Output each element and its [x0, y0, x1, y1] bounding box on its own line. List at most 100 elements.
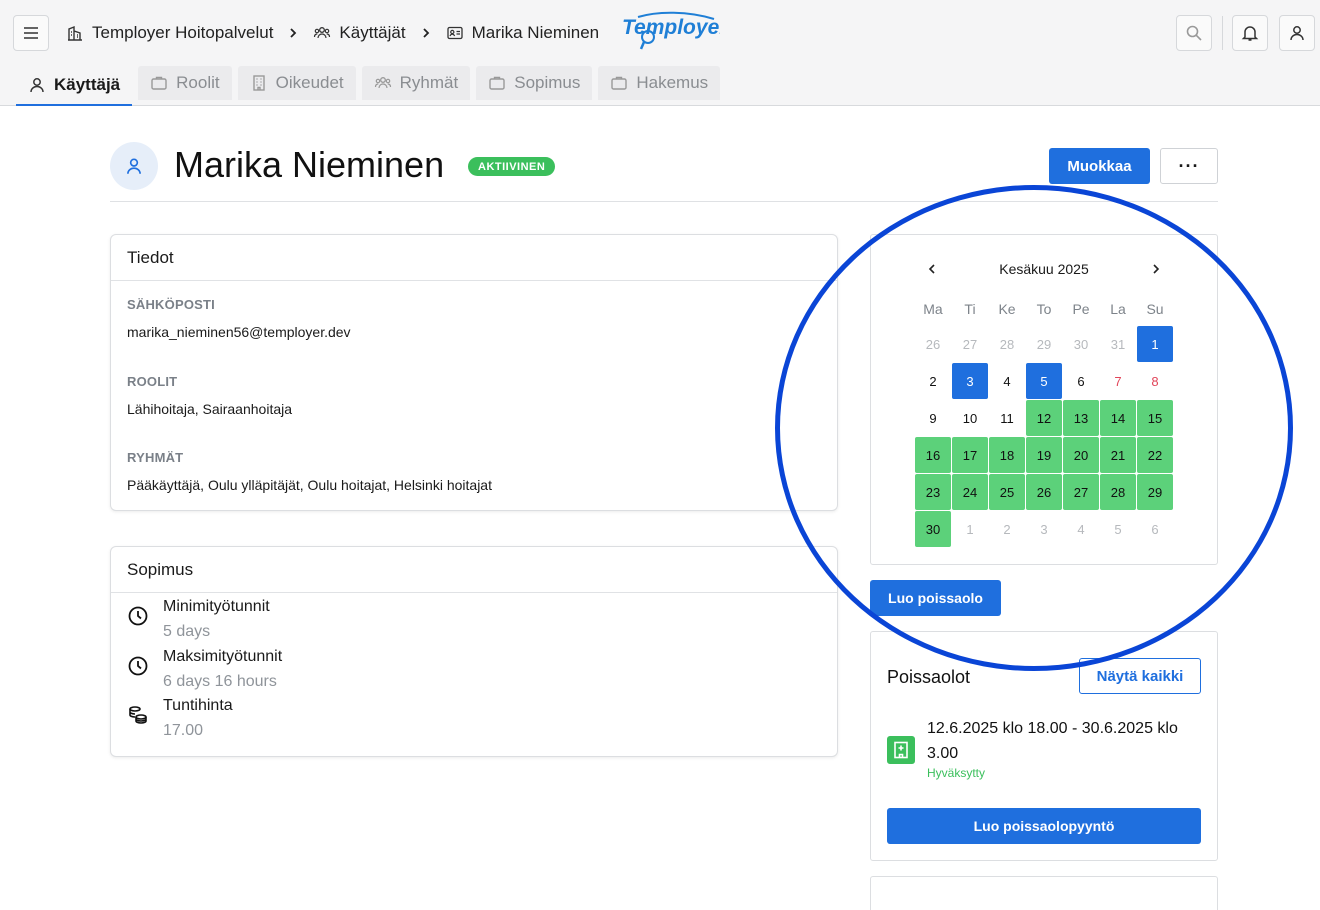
calendar-day[interactable]: 1 — [1137, 326, 1173, 362]
group-icon — [314, 27, 331, 39]
search-button[interactable] — [1176, 15, 1212, 51]
calendar-day[interactable]: 30 — [915, 511, 951, 547]
calendar-day[interactable]: 14 — [1100, 400, 1136, 436]
calendar-day[interactable]: 29 — [1026, 326, 1062, 362]
calendar-day[interactable]: 26 — [915, 326, 951, 362]
tab-ryhmat[interactable]: Ryhmät — [361, 66, 471, 100]
tab-bar: Käyttäjä Roolit Oikeudet Ryhmät Sopimus … — [16, 66, 721, 106]
next-month-button[interactable] — [1146, 259, 1166, 279]
calendar-day[interactable]: 2 — [915, 363, 951, 399]
calendar-day[interactable]: 4 — [1063, 511, 1099, 547]
groups-label: RYHMÄT — [127, 450, 184, 465]
calendar-day[interactable]: 6 — [1137, 511, 1173, 547]
profile-button[interactable] — [1279, 15, 1315, 51]
calendar-day[interactable]: 1 — [952, 511, 988, 547]
calendar-day[interactable]: 15 — [1137, 400, 1173, 436]
menu-button[interactable] — [13, 15, 49, 51]
bell-icon — [1241, 26, 1259, 41]
calendar-day[interactable]: 18 — [989, 437, 1025, 473]
weekday-label: To — [1036, 301, 1052, 317]
calendar-day[interactable]: 23 — [915, 474, 951, 510]
calendar: Kesäkuu 2025 Ma Ti Ke To Pe La Su 26 27 28… — [870, 234, 1218, 565]
header-divider — [1222, 16, 1223, 50]
building-icon — [252, 75, 265, 91]
calendar-day[interactable]: 27 — [952, 326, 988, 362]
contract-row: Minimityötunnit 5 days — [127, 597, 270, 643]
calendar-day[interactable]: 13 — [1063, 400, 1099, 436]
tab-label: Oikeudet — [275, 73, 344, 92]
email-value: marika_nieminen56@temployer.dev — [127, 324, 351, 340]
calendar-day[interactable]: 7 — [1100, 363, 1136, 399]
calendar-day[interactable]: 11 — [989, 400, 1025, 436]
divider — [110, 201, 1218, 202]
calendar-day[interactable]: 4 — [989, 363, 1025, 399]
info-card: Tiedot SÄHKÖPOSTI marika_nieminen56@temp… — [110, 234, 838, 511]
tab-kayttaja[interactable]: Käyttäjä — [16, 66, 133, 106]
calendar-day[interactable]: 9 — [915, 400, 951, 436]
calendar-day[interactable]: 10 — [952, 400, 988, 436]
tab-label: Ryhmät — [399, 73, 459, 92]
contract-row-label: Tuntihinta — [163, 697, 233, 714]
chevron-right-icon — [1153, 264, 1160, 274]
weekday-label: Ke — [998, 301, 1016, 317]
show-all-button[interactable]: Näytä kaikki — [1079, 658, 1201, 694]
contract-row-value: 17.00 — [163, 722, 204, 739]
roles-label: ROOLIT — [127, 374, 178, 389]
breadcrumb-current-label: Marika Nieminen — [471, 23, 600, 42]
calendar-day[interactable]: 3 — [1026, 511, 1062, 547]
calendar-day[interactable]: 17 — [952, 437, 988, 473]
calendar-day[interactable]: 26 — [1026, 474, 1062, 510]
calendar-day[interactable]: 27 — [1063, 474, 1099, 510]
hamburger-icon — [24, 27, 38, 39]
calendar-day[interactable]: 20 — [1063, 437, 1099, 473]
calendar-day[interactable]: 16 — [915, 437, 951, 473]
create-absence-request-button[interactable]: Luo poissaolopyyntö — [887, 808, 1201, 844]
calendar-day[interactable]: 5 — [1026, 363, 1062, 399]
calendar-day[interactable]: 30 — [1063, 326, 1099, 362]
avatar — [110, 142, 158, 190]
tab-sopimus[interactable]: Sopimus — [476, 66, 593, 100]
tab-oikeudet[interactable]: Oikeudet — [237, 66, 356, 100]
page-title: Marika Nieminen — [174, 144, 445, 185]
contract-row: Tuntihinta 17.00 — [127, 696, 233, 742]
contract-card-title: Sopimus — [111, 547, 837, 593]
calendar-day[interactable]: 3 — [952, 363, 988, 399]
calendar-day[interactable]: 2 — [989, 511, 1025, 547]
temployer-logo[interactable]: Temployer — [620, 10, 720, 54]
absence-item[interactable]: 12.6.2025 klo 18.00 - 30.6.2025 klo 3.00 — [927, 716, 1207, 766]
hospital-icon — [887, 736, 915, 764]
calendar-day[interactable]: 21 — [1100, 437, 1136, 473]
calendar-day[interactable]: 29 — [1137, 474, 1173, 510]
calendar-day[interactable]: 5 — [1100, 511, 1136, 547]
calendar-day[interactable]: 25 — [989, 474, 1025, 510]
calendar-day[interactable]: 22 — [1137, 437, 1173, 473]
contract-row-label: Maksimityötunnit — [163, 648, 283, 665]
notifications-button[interactable] — [1232, 15, 1268, 51]
calendar-day[interactable]: 31 — [1100, 326, 1136, 362]
building-icon — [68, 25, 82, 41]
breadcrumb: Temployer Hoitopalvelut Käyttäjät Marika… — [66, 18, 599, 48]
calendar-day[interactable]: 12 — [1026, 400, 1062, 436]
calendar-day[interactable]: 19 — [1026, 437, 1062, 473]
breadcrumb-org[interactable]: Temployer Hoitopalvelut — [66, 23, 273, 43]
calendar-day[interactable]: 8 — [1137, 363, 1173, 399]
status-badge: AKTIIVINEN — [468, 157, 556, 176]
breadcrumb-current: Marika Nieminen — [446, 23, 600, 43]
calendar-day[interactable]: 6 — [1063, 363, 1099, 399]
tab-hakemus[interactable]: Hakemus — [598, 66, 721, 100]
breadcrumb-users-label: Käyttäjät — [339, 23, 406, 42]
calendar-day[interactable]: 24 — [952, 474, 988, 510]
calendar-day[interactable]: 28 — [1100, 474, 1136, 510]
email-label: SÄHKÖPOSTI — [127, 297, 215, 312]
chevron-right-icon — [287, 27, 299, 39]
edit-button[interactable]: Muokkaa — [1049, 148, 1150, 184]
tab-label: Käyttäjä — [54, 75, 121, 94]
breadcrumb-users[interactable]: Käyttäjät — [313, 23, 406, 43]
more-options-button[interactable]: ··· — [1160, 148, 1218, 184]
create-absence-button[interactable]: Luo poissaolo — [870, 580, 1001, 616]
person-icon — [30, 78, 44, 93]
tab-roolit[interactable]: Roolit — [138, 66, 232, 100]
breadcrumb-org-label: Temployer Hoitopalvelut — [92, 23, 274, 42]
chevron-right-icon — [420, 27, 432, 39]
calendar-day[interactable]: 28 — [989, 326, 1025, 362]
